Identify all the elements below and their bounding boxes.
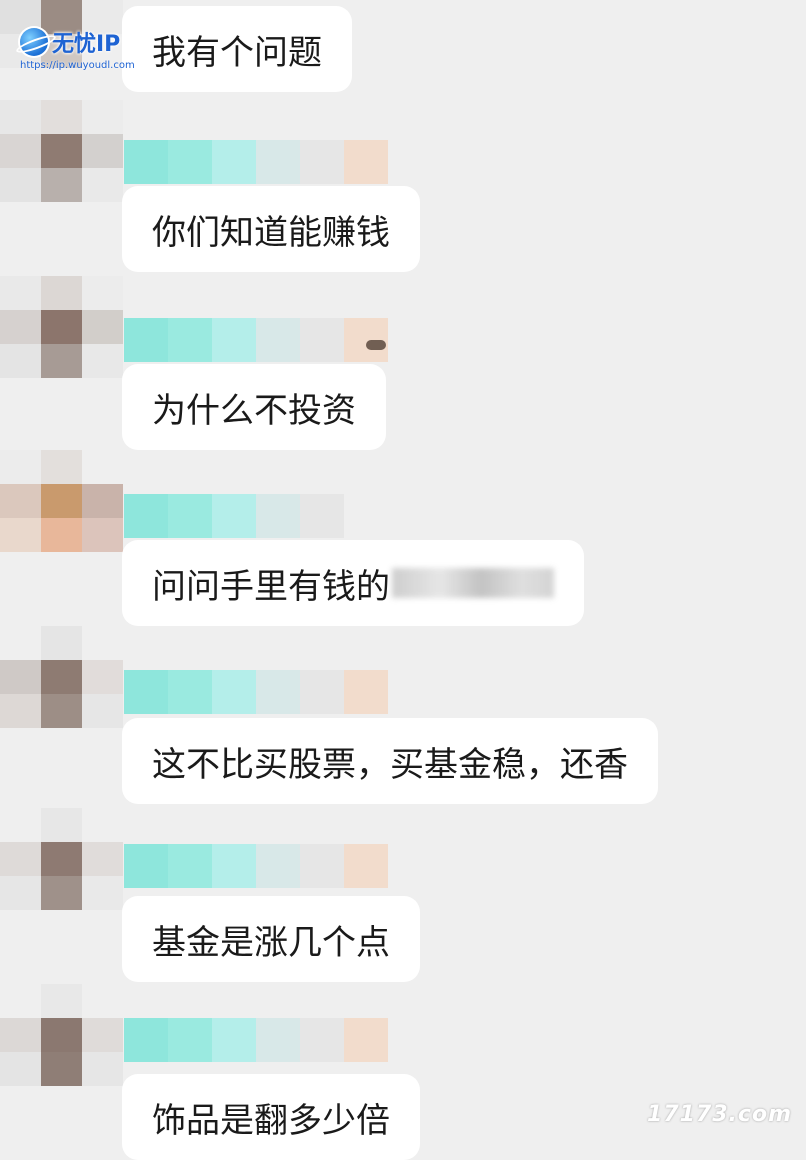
- watermark-url: https://ip.wuyoudl.com: [20, 60, 135, 71]
- sender-name-redacted: [124, 494, 388, 538]
- sender-name-redacted: [124, 318, 388, 362]
- message-bubble[interactable]: 这不比买股票，买基金稳，还香: [122, 718, 658, 804]
- message-bubble[interactable]: 问问手里有钱的: [122, 540, 584, 626]
- message-bubble[interactable]: 为什么不投资: [122, 364, 386, 450]
- sender-name-redacted: [124, 1018, 388, 1062]
- avatar-redacted[interactable]: [0, 100, 123, 202]
- sender-name-redacted: [124, 670, 388, 714]
- avatar-redacted[interactable]: [0, 808, 123, 910]
- avatar-redacted[interactable]: [0, 984, 123, 1086]
- message-text: 我有个问题: [152, 32, 322, 73]
- sender-name-redacted: [124, 140, 388, 184]
- message-bubble[interactable]: 我有个问题: [122, 6, 352, 92]
- avatar-redacted[interactable]: [0, 276, 123, 378]
- watermark-title: 无忧IP: [52, 32, 121, 57]
- message-bubble[interactable]: 基金是涨几个点: [122, 896, 420, 982]
- message-text: 你们知道能赚钱: [152, 212, 390, 253]
- sender-name-redacted: [124, 844, 388, 888]
- message-text: 基金是涨几个点: [152, 922, 390, 963]
- message-text: 为什么不投资: [152, 390, 356, 431]
- avatar-redacted[interactable]: [0, 626, 123, 728]
- emoji-icon: [366, 340, 386, 350]
- message-text: 饰品是翻多少倍: [152, 1100, 390, 1141]
- message-bubble[interactable]: 你们知道能赚钱: [122, 186, 420, 272]
- redacted-name: [392, 568, 554, 598]
- message-text: 问问手里有钱的: [152, 566, 390, 607]
- avatar-redacted[interactable]: [0, 450, 123, 552]
- globe-icon: [20, 28, 48, 56]
- watermark-logo: 无忧IP https://ip.wuyoudl.com: [20, 26, 135, 71]
- watermark-bottom: 17173.com: [647, 1102, 792, 1127]
- message-bubble[interactable]: 饰品是翻多少倍: [122, 1074, 420, 1160]
- message-text: 这不比买股票，买基金稳，还香: [152, 744, 628, 785]
